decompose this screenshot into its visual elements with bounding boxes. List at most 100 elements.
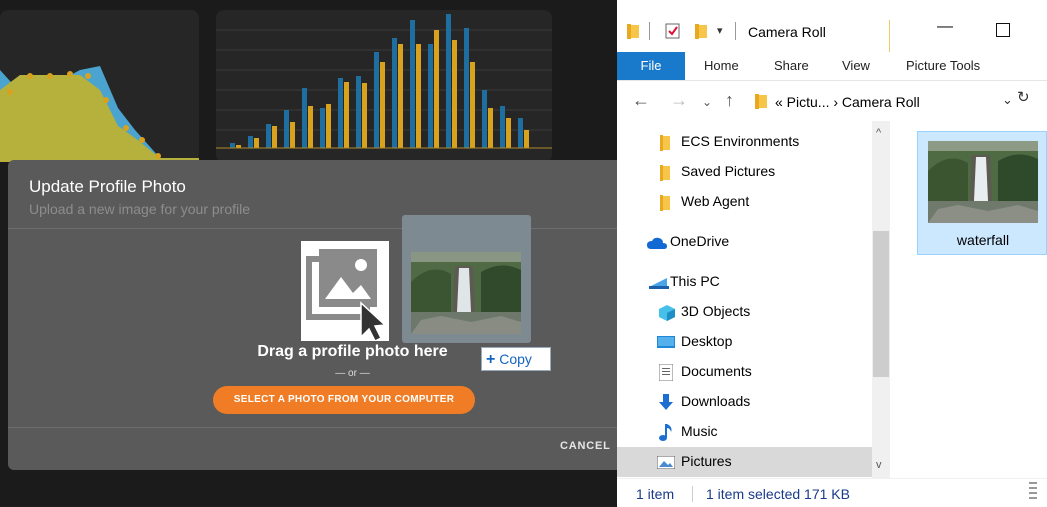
bar-blue bbox=[284, 110, 289, 148]
image-thumbnail-icon bbox=[928, 141, 1038, 223]
tab-file[interactable]: File bbox=[617, 52, 685, 80]
recent-locations-chevron-icon[interactable]: ⌄ bbox=[702, 95, 712, 109]
nav-item-desktop[interactable]: Desktop bbox=[617, 327, 887, 357]
cube-icon bbox=[659, 305, 675, 321]
address-path-box[interactable]: « Pictu... › Camera Roll ⌄ bbox=[750, 87, 1021, 117]
nav-item-label: Web Agent bbox=[681, 193, 750, 209]
title-bar: ▾ Camera Roll — bbox=[617, 0, 1047, 52]
dialog-subtitle: Upload a new image for your profile bbox=[29, 201, 251, 217]
download-icon bbox=[659, 394, 673, 410]
divider bbox=[735, 22, 736, 40]
details-view-icon[interactable] bbox=[1029, 480, 1037, 502]
folder-icon bbox=[660, 195, 670, 211]
area-chart bbox=[0, 66, 199, 162]
desktop-icon bbox=[657, 336, 675, 348]
bar-gold bbox=[254, 138, 259, 148]
nav-item-onedrive[interactable]: OneDrive bbox=[617, 227, 887, 257]
nav-item-3d-objects[interactable]: 3D Objects bbox=[617, 297, 887, 327]
bar-blue bbox=[266, 124, 271, 148]
area-chart-panel bbox=[0, 10, 199, 162]
nav-item-label: ECS Environments bbox=[681, 133, 800, 149]
image-placeholder-icon[interactable] bbox=[301, 241, 389, 343]
tab-share[interactable]: Share bbox=[774, 58, 809, 73]
nav-item-pictures[interactable]: Pictures bbox=[617, 447, 887, 477]
nav-item-label: Saved Pictures bbox=[681, 163, 776, 179]
pictures-icon bbox=[657, 456, 675, 469]
minimize-button[interactable]: — bbox=[937, 18, 953, 36]
status-bar: 1 item 1 item selected 171 KB bbox=[617, 478, 1047, 507]
bar-blue bbox=[518, 118, 523, 148]
nav-item-music[interactable]: Music bbox=[617, 417, 887, 447]
bar-gold bbox=[488, 108, 493, 148]
nav-item-saved-pictures[interactable]: Saved Pictures bbox=[617, 157, 887, 187]
nav-item-label: Downloads bbox=[681, 393, 751, 409]
bar-gold bbox=[272, 126, 277, 148]
nav-item-documents[interactable]: Documents bbox=[617, 357, 887, 387]
scrollbar-thumb[interactable] bbox=[873, 231, 889, 377]
nav-item-web-agent[interactable]: Web Agent bbox=[617, 187, 887, 217]
bar-blue bbox=[482, 90, 487, 148]
file-item-waterfall[interactable]: waterfall bbox=[917, 131, 1047, 255]
bar-blue bbox=[338, 78, 343, 148]
bar-gold bbox=[470, 62, 475, 148]
computer-icon bbox=[649, 278, 669, 289]
nav-item-ecs-environments[interactable]: ECS Environments bbox=[617, 127, 887, 157]
folder-icon bbox=[627, 24, 639, 39]
folder-icon bbox=[660, 135, 670, 151]
nav-item-label: OneDrive bbox=[670, 233, 730, 249]
scroll-down-arrow-icon[interactable]: v bbox=[876, 459, 882, 471]
bar-gold bbox=[434, 30, 439, 148]
bar-gold bbox=[398, 44, 403, 148]
bar-gold bbox=[452, 40, 457, 148]
address-dropdown-chevron-icon[interactable]: ⌄ bbox=[1002, 92, 1013, 108]
navigation-pane: ECS Environments Saved Pictures Web Agen… bbox=[617, 121, 887, 478]
quick-access-dropdown-icon[interactable]: ▾ bbox=[717, 24, 723, 37]
bar-gold bbox=[380, 62, 385, 148]
file-name: waterfall bbox=[956, 232, 1010, 248]
bar-blue bbox=[230, 143, 235, 148]
select-photo-button[interactable]: SELECT A PHOTO FROM YOUR COMPUTER bbox=[213, 386, 475, 414]
plus-icon: + bbox=[486, 351, 496, 368]
folder-icon bbox=[755, 94, 767, 109]
file-explorer-window: ▾ Camera Roll — File Home Share View Pic… bbox=[617, 0, 1047, 507]
nav-item-downloads[interactable]: Downloads bbox=[617, 387, 887, 417]
nav-item-label: This PC bbox=[670, 273, 720, 289]
bar-blue bbox=[320, 108, 325, 148]
scroll-up-arrow-icon[interactable]: ^ bbox=[876, 127, 881, 139]
or-separator: — or — bbox=[335, 368, 370, 379]
tab-picture-tools[interactable]: Picture Tools bbox=[906, 58, 980, 73]
nav-item-label: Desktop bbox=[681, 333, 733, 349]
properties-check-icon[interactable] bbox=[665, 23, 681, 39]
tab-home[interactable]: Home bbox=[704, 58, 739, 73]
bar-blue bbox=[374, 52, 379, 148]
nav-item-this-pc[interactable]: This PC bbox=[617, 267, 887, 297]
nav-item-label: Pictures bbox=[681, 453, 732, 469]
drag-instruction: Drag a profile photo here bbox=[257, 343, 448, 360]
file-list-pane: waterfall bbox=[890, 121, 1047, 478]
bar-gold bbox=[506, 118, 511, 148]
forward-arrow-icon[interactable]: → bbox=[670, 90, 688, 111]
bar-chart bbox=[216, 14, 552, 149]
up-arrow-icon[interactable]: ↑ bbox=[725, 90, 734, 111]
bar-chart-panel bbox=[216, 10, 552, 162]
nav-item-label: Music bbox=[681, 423, 718, 439]
dragged-image-preview bbox=[402, 215, 531, 343]
tab-view[interactable]: View bbox=[842, 58, 870, 73]
folder-icon bbox=[660, 165, 670, 181]
cancel-button[interactable]: CANCEL bbox=[560, 440, 611, 452]
bar-gold bbox=[326, 104, 331, 148]
bar-blue bbox=[302, 88, 307, 148]
bar-gold bbox=[344, 82, 349, 148]
new-folder-icon[interactable] bbox=[695, 23, 709, 39]
back-arrow-icon[interactable]: ← bbox=[632, 90, 650, 111]
nav-pane-scrollbar[interactable]: ^ v bbox=[872, 121, 890, 478]
refresh-icon[interactable]: ↻ bbox=[1017, 88, 1030, 106]
bar-blue bbox=[464, 28, 469, 148]
bar-gold bbox=[290, 122, 295, 148]
bar-gold bbox=[362, 83, 367, 148]
maximize-button[interactable] bbox=[996, 23, 1010, 37]
divider bbox=[649, 22, 650, 40]
window-title: Camera Roll bbox=[748, 24, 826, 40]
divider bbox=[8, 427, 617, 428]
bar-gold bbox=[308, 106, 313, 148]
